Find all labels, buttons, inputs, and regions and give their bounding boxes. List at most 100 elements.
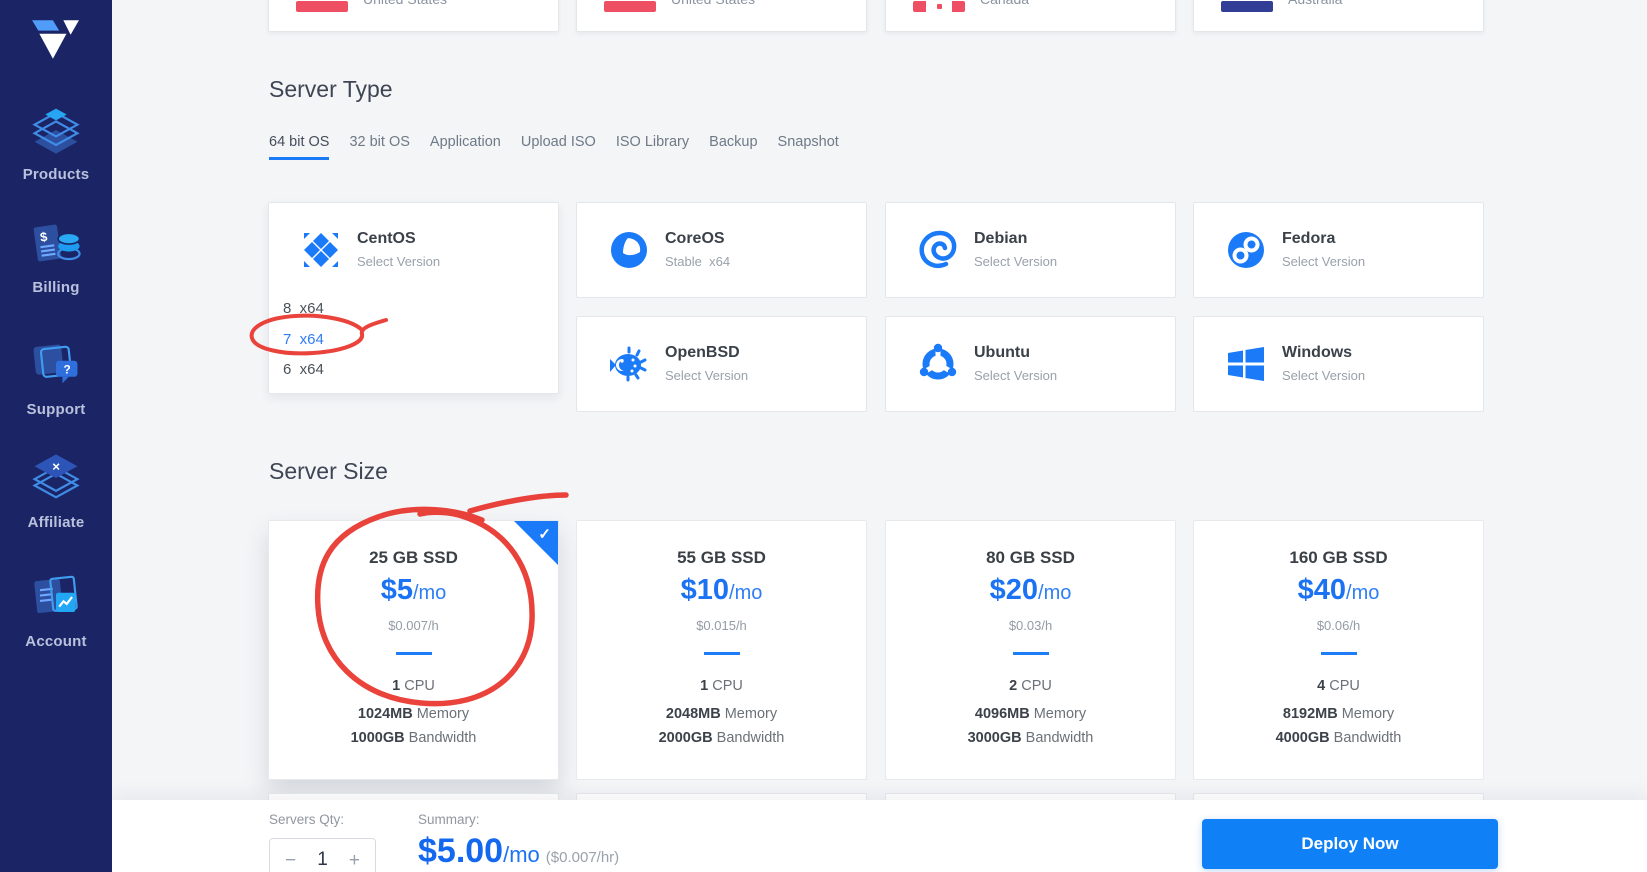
australia-flag-icon (1221, 1, 1273, 12)
tab-snapshot[interactable]: Snapshot (778, 134, 839, 160)
plan-memory: 1024MB Memory (357, 706, 470, 722)
tab-iso-library[interactable]: ISO Library (616, 134, 689, 160)
os-card-debian[interactable]: Debian Select Version (885, 202, 1176, 298)
windows-icon (1228, 347, 1264, 381)
ubuntu-icon (919, 343, 957, 380)
os-card-openbsd[interactable]: OpenBSD Select Version (576, 316, 867, 412)
os-name: Windows (1282, 344, 1353, 361)
sidebar-item-support[interactable]: ? Support (0, 335, 112, 418)
plan-card-55gb[interactable]: 55 GB SSD $10/mo $0.015/h 1 CPU 2048MB M… (576, 520, 867, 780)
centos-version-6[interactable]: 6 x64 (283, 361, 324, 378)
plan-storage: 55 GB SSD (677, 548, 766, 567)
plan-price: $40/mo (1297, 574, 1380, 606)
billing-icon: $ (33, 224, 81, 262)
plan-hourly: $0.03/h (1008, 618, 1053, 633)
os-card-centos[interactable]: CentOS Select Version 8 x64 7 x64 6 x64 (268, 202, 559, 394)
plan-divider (395, 652, 432, 655)
os-name: OpenBSD (665, 344, 740, 361)
total-price: $5.00 (418, 832, 504, 870)
os-subtitle: Select Version (357, 254, 441, 269)
plan-bandwidth: 4000GB Bandwidth (1275, 730, 1402, 746)
os-subtitle: Select Version (665, 368, 749, 383)
tab-application[interactable]: Application (430, 134, 501, 160)
plan-storage: 160 GB SSD (1289, 548, 1388, 567)
canada-flag-icon (913, 1, 965, 12)
plan-cpu: 4 CPU (1317, 678, 1360, 694)
sidebar-item-label: Account (25, 633, 87, 650)
svg-text:?: ? (64, 364, 71, 377)
server-type-tabs: 64 bit OS 32 bit OS Application Upload I… (269, 134, 839, 160)
plan-divider (1320, 652, 1357, 655)
vultr-deploy-page: Products $ Billing ? Support ✕ Affiliate… (0, 0, 1647, 872)
plan-divider (703, 652, 740, 655)
plan-hourly: $0.007/h (388, 618, 439, 633)
us-flag-icon (604, 1, 656, 12)
plan-storage: 25 GB SSD (369, 548, 458, 567)
qty-increase-button[interactable]: + (349, 851, 360, 870)
location-card[interactable]: United States (576, 0, 867, 32)
coreos-icon (611, 232, 647, 268)
centos-icon (304, 233, 338, 267)
os-name: Debian (974, 230, 1028, 247)
qty-value: 1 (317, 849, 328, 870)
location-card[interactable]: Australia (1193, 0, 1484, 32)
tab-64-bit-os[interactable]: 64 bit OS (269, 134, 330, 160)
location-card[interactable]: Canada (885, 0, 1176, 32)
plan-card-160gb[interactable]: 160 GB SSD $40/mo $0.06/h 4 CPU 8192MB M… (1193, 520, 1484, 780)
summary-label: Summary: (418, 812, 480, 827)
svg-text:✕: ✕ (52, 462, 61, 474)
plan-storage: 80 GB SSD (986, 548, 1075, 567)
os-card-windows[interactable]: Windows Select Version (1193, 316, 1484, 412)
deploy-now-button[interactable]: Deploy Now (1202, 819, 1498, 869)
os-card-coreos[interactable]: CoreOS Stable x64 (576, 202, 867, 298)
tab-upload-iso[interactable]: Upload ISO (521, 134, 596, 160)
os-card-fedora[interactable]: Fedora Select Version (1193, 202, 1484, 298)
plan-card-80gb[interactable]: 80 GB SSD $20/mo $0.03/h 2 CPU 4096MB Me… (885, 520, 1176, 780)
plan-price: $10/mo (680, 574, 763, 606)
total-period: /mo (503, 842, 540, 867)
sidebar-item-label: Affiliate (27, 514, 85, 531)
fedora-icon (1228, 232, 1264, 268)
account-icon (34, 575, 78, 614)
sidebar-item-billing[interactable]: $ Billing (0, 213, 112, 296)
plan-divider (1012, 652, 1049, 655)
plan-hourly: $0.015/h (696, 618, 747, 633)
os-name: CentOS (357, 230, 416, 247)
os-name: Ubuntu (974, 344, 1030, 361)
os-subtitle: Select Version (974, 368, 1058, 383)
tab-32-bit-os[interactable]: 32 bit OS (349, 134, 409, 160)
support-icon: ? (33, 344, 78, 384)
total-hourly: ($0.007/hr) (545, 849, 620, 866)
centos-version-7-selected[interactable]: 7 x64 (283, 331, 324, 348)
location-card[interactable]: United States (268, 0, 559, 32)
location-name: Canada (980, 0, 1029, 7)
centos-version-8[interactable]: 8 x64 (283, 300, 324, 317)
deploy-summary-bar: Servers Qty: − 1 + Summary: $5.00/mo ($0.… (112, 800, 1647, 872)
os-card-ubuntu[interactable]: Ubuntu Select Version (885, 316, 1176, 412)
sidebar-item-products[interactable]: Products (0, 100, 112, 183)
openbsd-icon (610, 346, 647, 382)
vultr-logo[interactable] (30, 18, 80, 62)
plan-memory: 2048MB Memory (665, 706, 778, 722)
sidebar-item-label: Support (26, 401, 86, 418)
sidebar-item-affiliate[interactable]: ✕ Affiliate (0, 448, 112, 531)
us-flag-icon (296, 1, 348, 12)
summary-total: $5.00/mo ($0.007/hr) (418, 832, 619, 871)
plan-cpu: 1 CPU (392, 678, 435, 694)
os-subtitle: Select Version (974, 254, 1058, 269)
check-icon: ✓ (538, 526, 551, 543)
products-icon (32, 108, 80, 154)
sidebar: Products $ Billing ? Support ✕ Affiliate… (0, 0, 112, 872)
os-subtitle: Select Version (1282, 254, 1366, 269)
plan-price: $20/mo (989, 574, 1072, 606)
tab-backup[interactable]: Backup (709, 134, 757, 160)
sidebar-item-label: Billing (32, 279, 80, 296)
server-size-title: Server Size (269, 458, 388, 484)
os-name: CoreOS (665, 230, 725, 247)
plan-card-25gb[interactable]: ✓ 25 GB SSD $5/mo $0.007/h 1 CPU 1024MB … (268, 520, 559, 780)
plan-hourly: $0.06/h (1316, 618, 1361, 633)
sidebar-item-account[interactable]: Account (0, 567, 112, 650)
affiliate-icon: ✕ (32, 454, 80, 499)
sidebar-item-label: Products (22, 166, 90, 183)
qty-decrease-button[interactable]: − (285, 851, 296, 870)
